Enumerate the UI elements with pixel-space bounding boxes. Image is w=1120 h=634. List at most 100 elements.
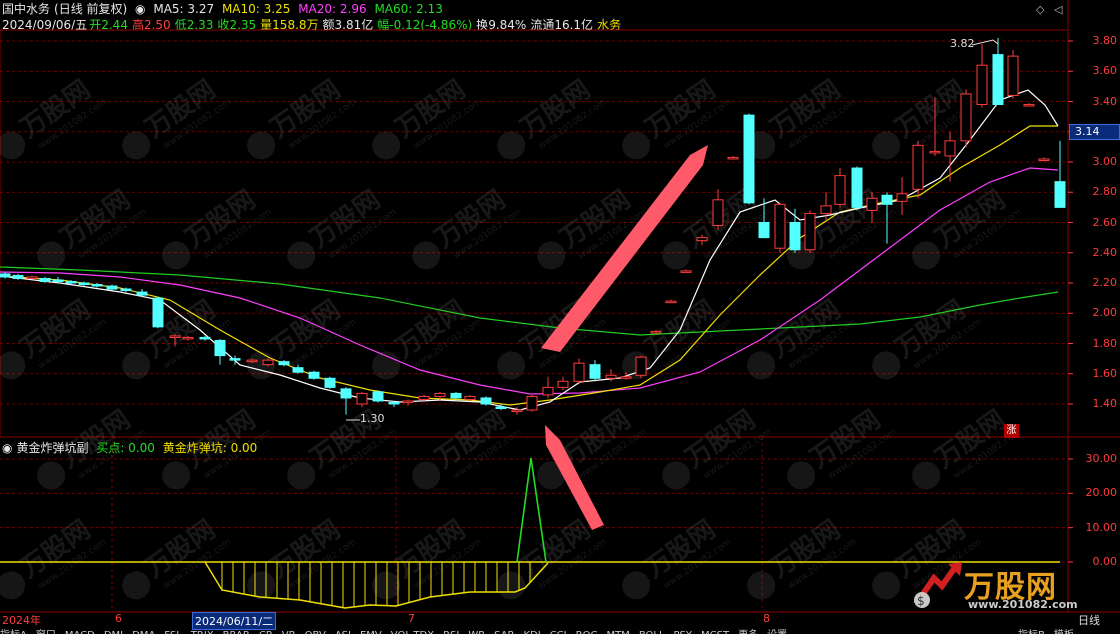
candle-body [774, 203, 786, 249]
candle-body [851, 167, 863, 208]
candle-body [136, 291, 148, 296]
indicator-axis-label: 10.00 [1085, 520, 1118, 534]
candlestick [912, 140, 924, 199]
right-indicator-tab[interactable]: 指标B [1018, 630, 1045, 634]
watermark-tile: 万股网www.201082.com [787, 405, 898, 490]
candle-body [727, 156, 739, 160]
indicator-tab[interactable]: WR [468, 630, 485, 634]
watermark-tile: 万股网www.201082.com [247, 295, 358, 380]
candlestick [896, 177, 908, 215]
candle-body [1007, 55, 1019, 96]
price-axis-label: 2.20 [1092, 276, 1118, 289]
indicator-tab[interactable]: TRIX [191, 630, 214, 634]
indicator-tab[interactable]: RSI [443, 630, 459, 634]
price-axis-label: 3.80 [1092, 34, 1118, 47]
indicator-tab[interactable]: 更多 [738, 630, 758, 634]
price-axis-label: 2.60 [1092, 215, 1118, 229]
indicator-axis-label: 30.00 [1085, 452, 1118, 465]
candle-body [324, 377, 336, 388]
indicator-tab[interactable]: SAR [494, 630, 514, 634]
watermark-tile: 万股网www.201082.com [622, 295, 733, 380]
indicator-tab[interactable]: 指标A [0, 630, 27, 634]
watermark-tile: 万股网www.201082.com [287, 185, 398, 270]
indicator-tabs-bar: 指标A 窗口 MACD DMI DMA FSL TRIX BRAR CR VR OBV ASI EMV V… [0, 626, 1120, 634]
candle-body [152, 297, 164, 328]
candlestick [91, 283, 103, 288]
indicator-tab[interactable]: MTM [606, 630, 629, 634]
watermark-tile: 万股网www.201082.com [372, 75, 483, 160]
indicator-tab[interactable]: MACD [65, 630, 95, 634]
indicator-tab[interactable]: VR [282, 630, 296, 634]
indicator-tab[interactable]: CCI [550, 630, 567, 634]
candle-body [12, 274, 24, 279]
watermark-tile: 万股网www.201082.com [537, 405, 648, 490]
indicator-tab[interactable]: CR [259, 630, 273, 634]
candlestick [712, 189, 724, 231]
candle-body [758, 222, 770, 239]
candle-body [262, 359, 274, 366]
candlestick [635, 355, 647, 379]
indicator-header: ◉ 黄金炸弹坑副 买点: 0.00 黄金炸弹坑: 0.00 [2, 440, 261, 456]
indicator-tab[interactable]: MCST [701, 630, 729, 634]
candlestick [106, 284, 118, 291]
candlestick [1007, 50, 1019, 99]
watermark-tile: 万股网www.201082.com [497, 75, 608, 160]
site-logo: $ 万股网 www.201082.com [908, 560, 1098, 612]
indicator-tab[interactable]: FSL [164, 630, 182, 634]
candlestick [727, 155, 739, 160]
indicator-tab[interactable]: ROC [576, 630, 598, 634]
indicator-tab[interactable]: BOLL [639, 630, 665, 634]
candle-body [511, 409, 523, 413]
candle-body [464, 395, 476, 400]
price-axis-label: 2.00 [1092, 306, 1118, 320]
candlestick [372, 390, 384, 403]
candle-body [712, 199, 724, 227]
candle-body [573, 362, 585, 382]
indicator-settings-icon[interactable]: ◉ [2, 441, 12, 455]
candlestick [214, 338, 226, 365]
svg-text:$: $ [917, 594, 925, 608]
candle-body [976, 64, 988, 106]
right-indicator-tab[interactable]: 模板 [1054, 630, 1074, 634]
indicator-tab[interactable]: VOL-TDX [391, 630, 434, 634]
price-axis-label: 2.80 [1092, 185, 1118, 199]
candlestick [680, 269, 692, 273]
kline-chart[interactable]: 万股网www.201082.com 万股网www.201082.com 万股网www… [0, 0, 1120, 634]
candle-body [65, 280, 77, 284]
indicator-tab[interactable]: OBV [305, 630, 326, 634]
candle-body [1054, 181, 1066, 208]
indicator-tab[interactable]: 窗口 [36, 630, 56, 634]
candle-body [418, 395, 430, 400]
candle-body [635, 356, 647, 376]
candle-body [169, 335, 181, 338]
candle-body [680, 270, 692, 273]
candle-body [526, 395, 538, 411]
candle-body [52, 279, 64, 282]
indicator-tab[interactable]: DMA [132, 630, 155, 634]
indicator-tab[interactable]: ASI [335, 630, 351, 634]
price-axis-label: 3.00 [1092, 155, 1118, 168]
buy-point-label: 买点: 0.00 [96, 441, 155, 455]
candle-body [650, 330, 662, 334]
indicator-name[interactable]: 黄金炸弹坑副 [16, 441, 88, 455]
indicator-tab[interactable]: EMV [360, 630, 382, 634]
candle-body [246, 359, 258, 363]
candle-body [120, 288, 132, 292]
candle-body [743, 114, 755, 204]
indicator-tab[interactable]: 设置 [767, 630, 787, 634]
candlestick [789, 208, 801, 253]
candlestick [136, 289, 148, 297]
candle-body [229, 358, 241, 361]
watermark-tile: 万股网www.201082.com [872, 295, 983, 380]
indicator-tab[interactable]: PSY [674, 630, 693, 634]
indicator-tab[interactable]: KDJ [523, 630, 540, 634]
indicator-tab[interactable]: BRAR [223, 630, 250, 634]
indicator-tab[interactable]: DMI [104, 630, 123, 634]
candlestick [743, 113, 755, 205]
candlestick [526, 394, 538, 412]
price-axis-label: 3.60 [1092, 64, 1118, 78]
candle-body [308, 371, 320, 379]
watermark-tile: 万股网www.201082.com [412, 405, 523, 490]
candle-body [450, 392, 462, 399]
zhang-badge[interactable]: 涨 [1004, 424, 1019, 438]
